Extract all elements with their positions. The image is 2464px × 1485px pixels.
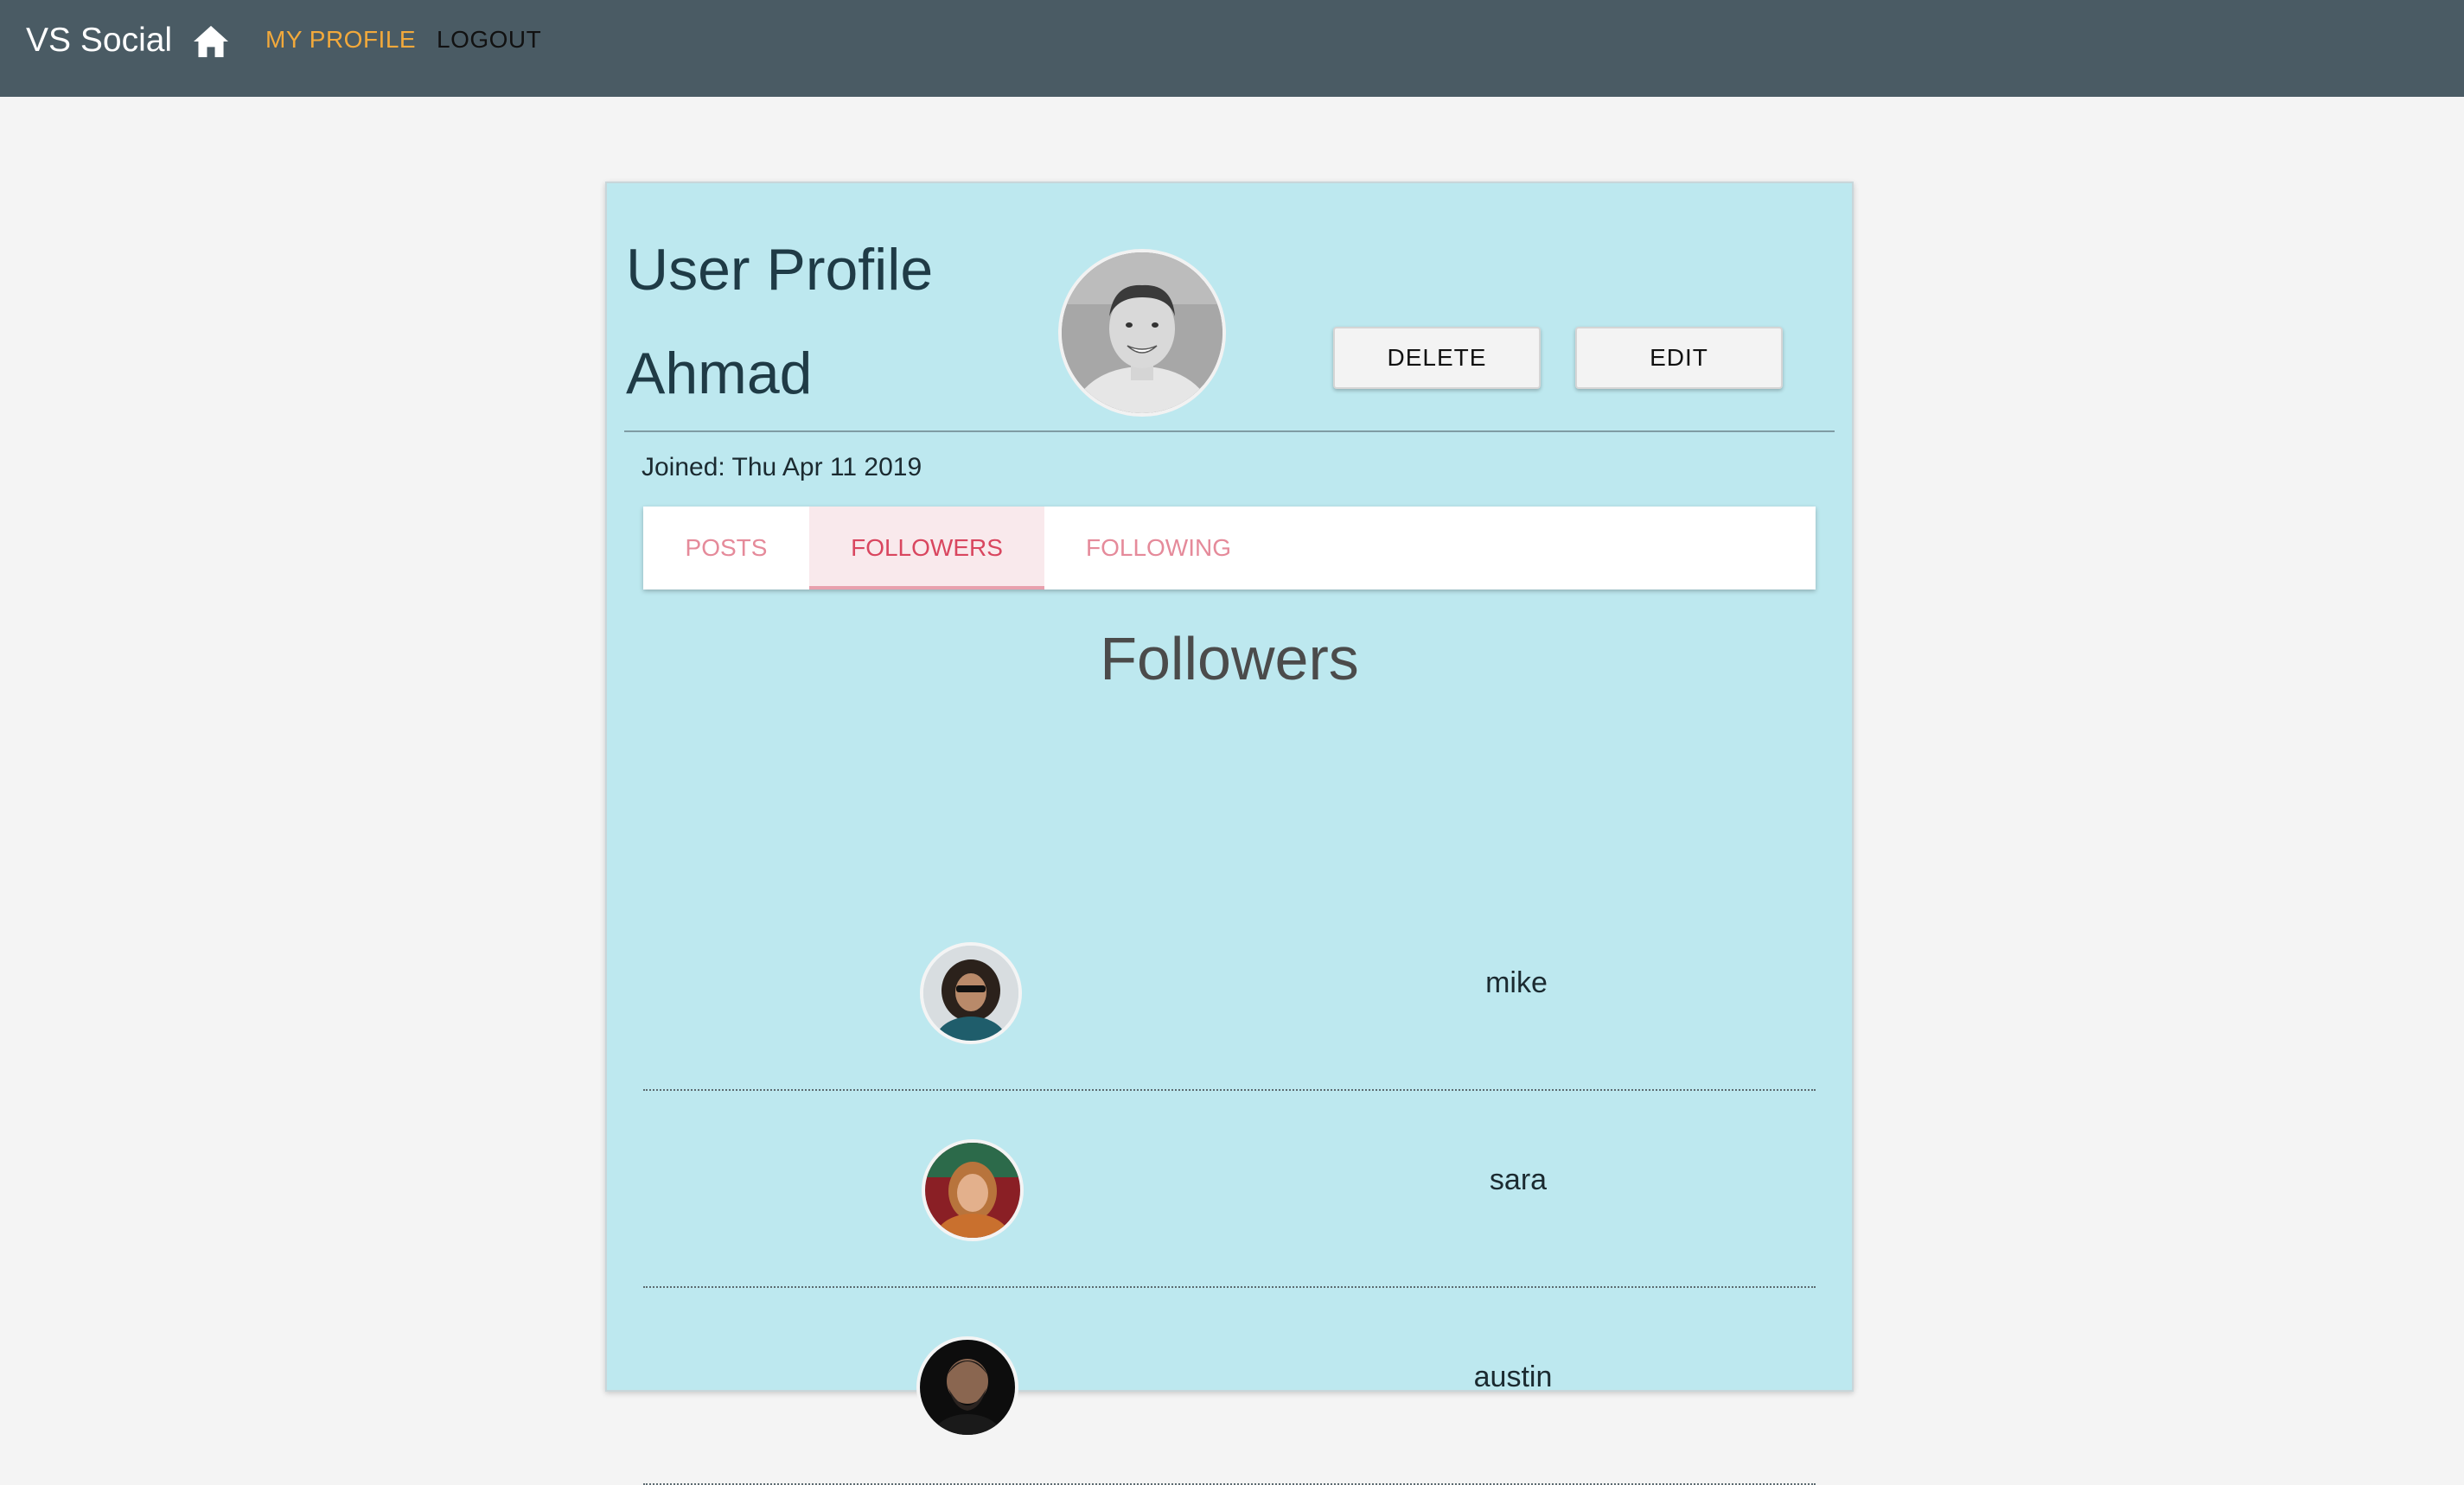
header-divider	[624, 430, 1835, 432]
profile-card: User Profile Ahmad DELETE EDIT Joined: T…	[605, 182, 1854, 1485]
follower-list-item[interactable]: mike	[643, 894, 1816, 1091]
follower-name[interactable]: austin	[1340, 1361, 1686, 1394]
follower-list-item[interactable]: austin	[643, 1288, 1816, 1485]
profile-tabs: POSTS FOLLOWERS FOLLOWING	[643, 507, 1816, 590]
page-title: User Profile	[626, 237, 934, 303]
follower-list-item[interactable]: sara	[643, 1091, 1816, 1288]
follower-avatar[interactable]	[922, 1139, 1024, 1241]
tab-following[interactable]: FOLLOWING	[1044, 507, 1273, 590]
follower-name[interactable]: mike	[1344, 966, 1689, 1000]
home-icon[interactable]	[192, 24, 230, 59]
edit-button[interactable]: EDIT	[1575, 327, 1783, 389]
profile-name: Ahmad	[626, 341, 813, 406]
follower-name[interactable]: sara	[1345, 1163, 1691, 1197]
nav-my-profile-link[interactable]: MY PROFILE	[265, 22, 416, 57]
joined-date: Joined: Thu Apr 11 2019	[642, 453, 922, 481]
delete-button[interactable]: DELETE	[1333, 327, 1541, 389]
profile-avatar	[1058, 249, 1226, 417]
brand-logo-text[interactable]: VS Social	[26, 17, 172, 64]
follower-avatar[interactable]	[920, 942, 1022, 1044]
tab-followers[interactable]: FOLLOWERS	[809, 507, 1044, 590]
tab-posts[interactable]: POSTS	[643, 507, 809, 590]
top-navbar: VS Social MY PROFILE LOGOUT	[0, 0, 2464, 97]
followers-heading: Followers	[1100, 625, 1359, 692]
nav-logout-link[interactable]: LOGOUT	[437, 22, 541, 57]
follower-avatar[interactable]	[916, 1336, 1018, 1438]
